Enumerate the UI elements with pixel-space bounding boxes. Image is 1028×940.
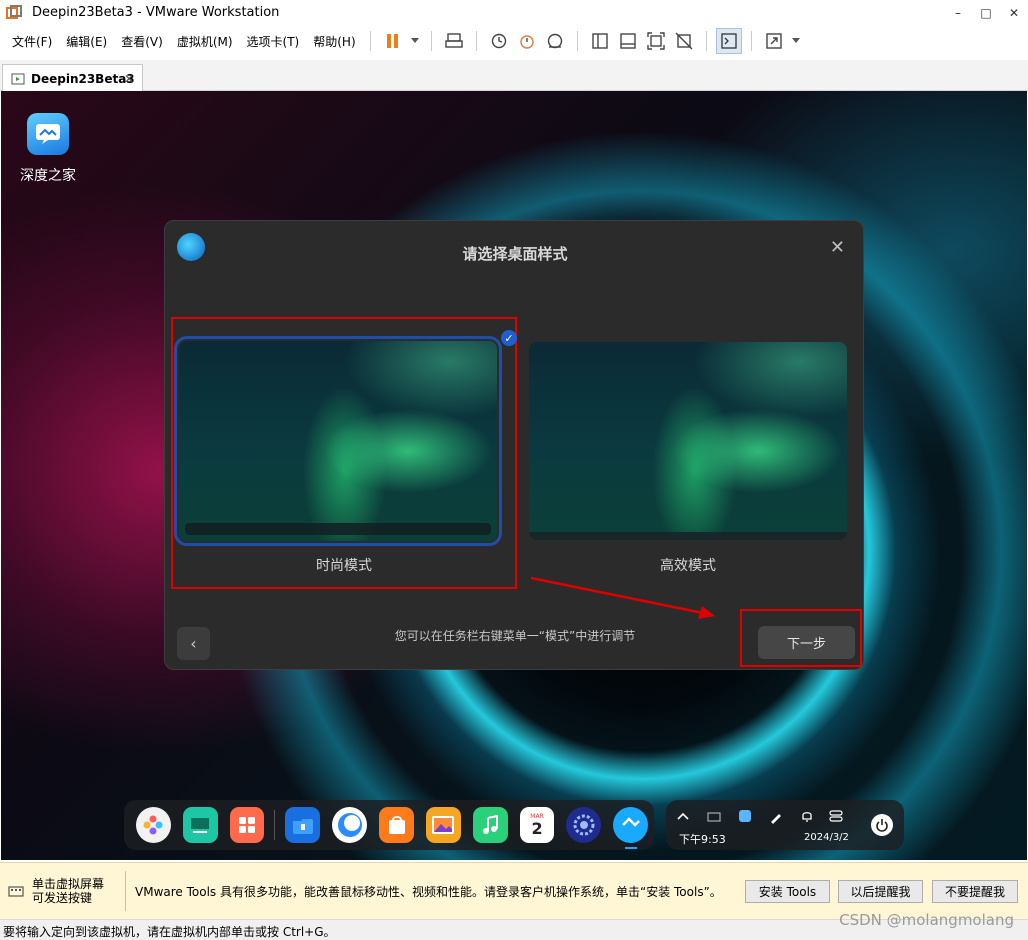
tab-bar: Deepin23Beta3 ✕ [0, 60, 1028, 92]
pause-icon[interactable] [380, 28, 406, 54]
stretch-view-icon[interactable] [761, 28, 787, 54]
menu-toolbar: 文件(F) 编辑(E) 查看(V) 虚拟机(M) 选项卡(T) 帮助(H) [0, 25, 1028, 57]
minimize-button[interactable]: – [944, 0, 972, 25]
expand-tray-icon[interactable] [676, 810, 690, 824]
efficient-mode-preview [529, 342, 847, 540]
status-bar: 要将输入定向到该虚拟机，请在虚拟机内部单击或按 Ctrl+G。 CSDN @mo… [0, 911, 1028, 940]
preview-dock [185, 523, 491, 535]
welcome-icon[interactable] [613, 807, 649, 849]
full-screen-icon[interactable] [643, 28, 669, 54]
app-tray-icon[interactable] [738, 809, 752, 823]
remind-later-button[interactable]: 以后提醒我 [838, 880, 923, 903]
mode-label-fashion: 时尚模式 [316, 558, 372, 574]
desktop-icon-label: 深度之家 [20, 168, 76, 184]
desktop-icon-deepin-home[interactable]: 深度之家 [13, 113, 83, 185]
stretch-dropdown-icon[interactable] [789, 28, 803, 54]
click-hint-line1: 单击虚拟屏幕 [32, 877, 105, 891]
desktop-style-dialog: 请选择桌面样式 ✕ ✓ 时尚模式 高效模式 ‹ 您可以在任务栏右键菜单一“模式”… [164, 220, 864, 670]
dock: MAR 2 [124, 800, 654, 850]
dialog-title: 请选择桌面样式 [462, 245, 568, 263]
app-store-icon[interactable] [379, 807, 414, 843]
keyboard-hint-icon [8, 886, 24, 897]
power-icon[interactable] [871, 814, 893, 836]
keyboard-icon[interactable] [707, 810, 721, 824]
selected-check-icon: ✓ [501, 330, 517, 346]
dialog-close-button[interactable]: ✕ [830, 237, 845, 258]
send-ctrl-alt-del-icon[interactable] [441, 28, 467, 54]
vm-screen[interactable]: 深度之家 请选择桌面样式 ✕ ✓ 时尚模式 高效模式 ‹ 您可以在任务栏右键菜单 [1, 91, 1027, 860]
tab-close-button[interactable]: ✕ [124, 72, 134, 86]
watermark: CSDN @molangmolang [839, 911, 1014, 929]
clock-date[interactable]: 2024/3/2 [804, 832, 849, 843]
vmware-logo-icon [6, 4, 22, 19]
never-remind-button[interactable]: 不要提醒我 [932, 880, 1018, 903]
system-tray: 下午9:53 2024/3/2 [666, 800, 904, 850]
maximize-button[interactable]: □ [972, 0, 1000, 25]
menu-tabs[interactable]: 选项卡(T) [241, 33, 306, 50]
close-window-button[interactable]: ✕ [1000, 0, 1028, 25]
title-bar: Deepin23Beta3 - VMware Workstation – □ ✕ [0, 0, 1028, 25]
status-text: 要将输入定向到该虚拟机，请在虚拟机内部单击或按 Ctrl+G。 [3, 925, 336, 939]
deepin-home-icon [27, 113, 69, 155]
tab-label: Deepin23Beta3 [31, 71, 135, 86]
install-tools-button[interactable]: 安装 Tools [745, 880, 830, 903]
window-title: Deepin23Beta3 - VMware Workstation [32, 5, 280, 20]
mode-card-fashion[interactable]: ✓ 时尚模式 [171, 317, 517, 589]
multitask-view-icon[interactable] [182, 807, 218, 843]
menu-file[interactable]: 文件(F) [6, 33, 58, 50]
music-icon[interactable] [472, 807, 508, 843]
thumbnail-bar-icon[interactable] [615, 28, 641, 54]
tools-message: VMware Tools 具有很多功能，能改善鼠标移动性、视频和性能。请登录客户… [135, 885, 722, 899]
tab-deepin[interactable]: Deepin23Beta3 ✕ [2, 64, 143, 92]
calendar-day: 2 [531, 818, 543, 838]
calendar-icon[interactable]: MAR 2 [519, 807, 555, 843]
pen-icon[interactable] [769, 810, 783, 824]
show-library-icon[interactable] [587, 28, 613, 54]
notification-bell-icon[interactable] [800, 809, 814, 823]
console-view-icon[interactable] [715, 28, 742, 54]
vm-tab-icon [11, 73, 25, 84]
menu-vm[interactable]: 虚拟机(M) [171, 33, 239, 50]
clock-time[interactable]: 下午9:53 [679, 831, 726, 847]
menu-view[interactable]: 查看(V) [115, 33, 169, 50]
preview-taskbar [529, 532, 847, 540]
vmware-window: Deepin23Beta3 - VMware Workstation – □ ✕… [0, 0, 1028, 940]
dropdown-arrow-icon[interactable] [408, 28, 422, 54]
settings-icon[interactable] [566, 807, 602, 843]
mode-label-efficient: 高效模式 [660, 558, 716, 574]
menu-help[interactable]: 帮助(H) [307, 33, 361, 50]
image-viewer-icon[interactable] [425, 807, 461, 843]
active-indicator [625, 847, 638, 849]
snapshot-icon[interactable] [486, 28, 512, 54]
snapshot-manager-icon[interactable] [542, 28, 568, 54]
browser-icon[interactable] [332, 807, 368, 843]
menu-edit[interactable]: 编辑(E) [60, 33, 113, 50]
file-manager-icon[interactable] [285, 807, 321, 843]
revert-snapshot-icon[interactable] [514, 28, 540, 54]
fashion-mode-preview [174, 336, 502, 546]
click-hint-line2: 可发送按键 [32, 891, 93, 905]
next-button-highlight: 下一步 [740, 609, 862, 667]
control-center-icon[interactable] [829, 809, 843, 823]
unity-icon[interactable] [671, 28, 697, 54]
next-button[interactable]: 下一步 [758, 626, 855, 659]
launcher-icon[interactable] [136, 807, 171, 843]
mode-card-efficient[interactable]: 高效模式 [529, 317, 875, 589]
app-store-grid-icon[interactable] [229, 807, 265, 843]
